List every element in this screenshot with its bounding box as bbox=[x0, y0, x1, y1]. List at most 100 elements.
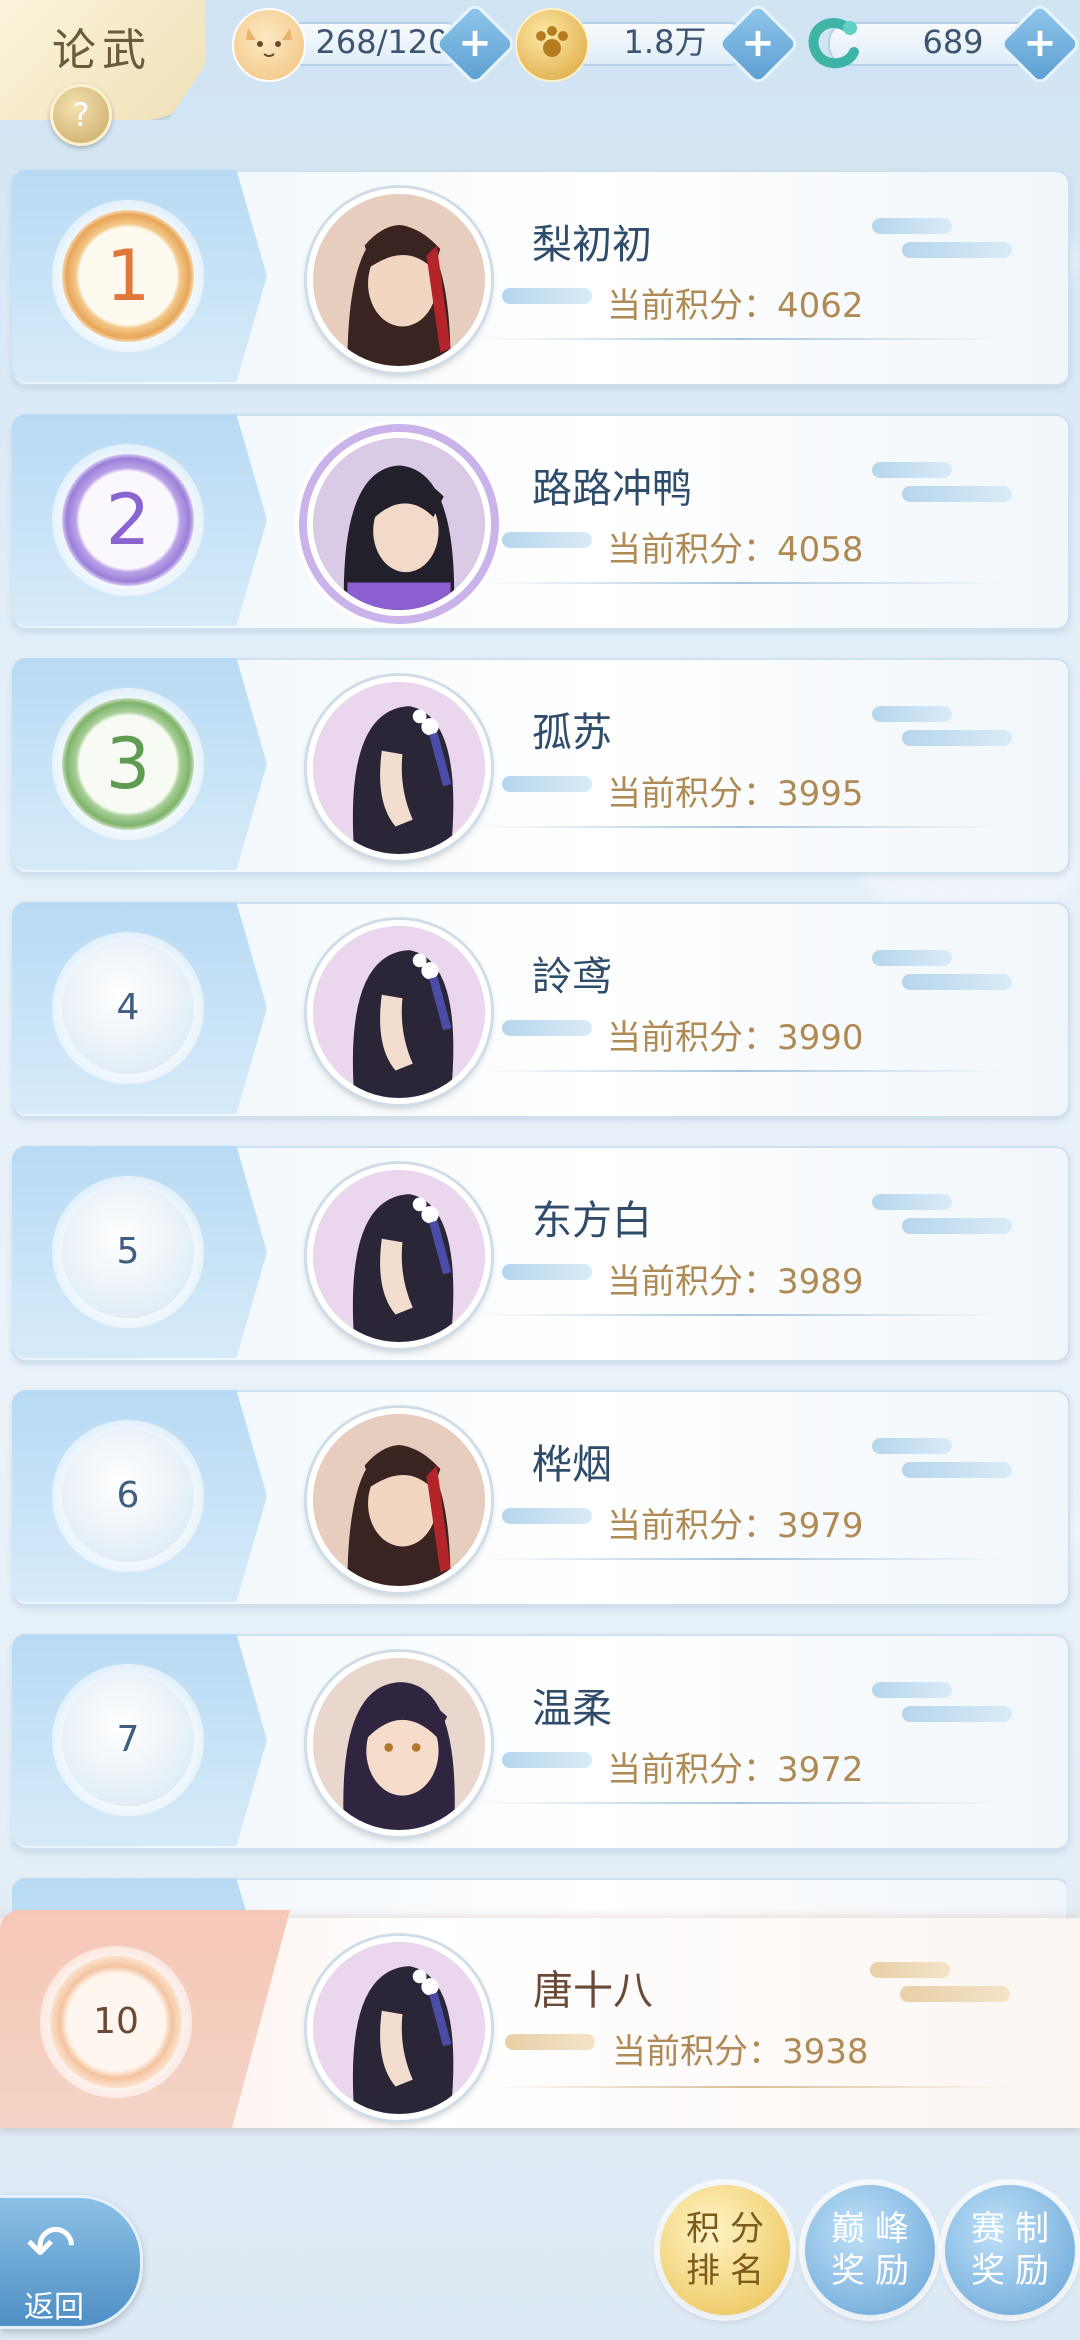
cloud-ornament bbox=[872, 462, 952, 478]
ranking-row[interactable]: 2 路路冲鸭 当前积分：4058 bbox=[12, 414, 1070, 632]
ranking-row[interactable]: 5 东方白 当前积分：3989 bbox=[12, 1146, 1070, 1364]
avatar[interactable] bbox=[307, 920, 491, 1104]
score-value: 3938 bbox=[782, 2032, 869, 2072]
resource-stamina: 268/120 + bbox=[232, 1, 518, 87]
avatar[interactable] bbox=[307, 1652, 491, 1836]
score-text: 当前积分：4062 bbox=[607, 278, 864, 327]
ranking-row[interactable]: 3 孤苏 当前积分：3995 bbox=[12, 658, 1070, 876]
button-label-bottom: 奖励 bbox=[831, 2251, 919, 2291]
score-prefix: 当前积分： bbox=[607, 1506, 777, 1546]
rank-medal: 1 bbox=[62, 210, 194, 342]
button-label-top: 巅峰 bbox=[831, 2209, 919, 2249]
plus-icon: + bbox=[458, 20, 492, 66]
player-name: 梨初初 bbox=[532, 222, 652, 268]
back-arrow-icon: ↶ bbox=[26, 2212, 77, 2282]
divider bbox=[482, 1802, 1002, 1804]
add-jade-button[interactable]: + bbox=[997, 1, 1080, 87]
back-button[interactable]: ↶ 返回 bbox=[0, 2195, 143, 2329]
cloud-ornament bbox=[902, 974, 1012, 990]
rank-medal: 2 bbox=[62, 454, 194, 586]
ranking-row[interactable]: 4 詅鸢 当前积分：3990 bbox=[12, 902, 1070, 1120]
score-text: 当前积分：3972 bbox=[607, 1742, 864, 1791]
cat-face-icon bbox=[232, 8, 306, 82]
rank-medal: 4 bbox=[62, 942, 194, 1074]
plus-icon: + bbox=[741, 20, 775, 66]
plus-icon: + bbox=[1023, 20, 1057, 66]
player-name: 东方白 bbox=[532, 1198, 652, 1244]
cloud-ornament bbox=[872, 950, 952, 966]
player-name: 孤苏 bbox=[532, 710, 612, 756]
score-value: 3979 bbox=[777, 1506, 864, 1546]
avatar[interactable] bbox=[307, 1164, 491, 1348]
score-value: 4062 bbox=[777, 286, 864, 326]
cloud-ornament bbox=[902, 730, 1012, 746]
score-value: 3989 bbox=[777, 1262, 864, 1302]
player-name: 路路冲鸭 bbox=[532, 466, 692, 512]
ranking-row[interactable]: 6 桦烟 当前积分：3979 bbox=[12, 1390, 1070, 1608]
rank-medal: 3 bbox=[62, 698, 194, 830]
back-label: 返回 bbox=[24, 2290, 84, 2325]
cloud-ornament bbox=[502, 1508, 592, 1524]
score-value: 3990 bbox=[777, 1018, 864, 1058]
score-value: 4058 bbox=[777, 530, 864, 570]
rank-medal: 6 bbox=[62, 1430, 194, 1562]
score-prefix: 当前积分： bbox=[607, 286, 777, 326]
button-label-bottom: 奖励 bbox=[971, 2251, 1059, 2291]
player-name: 桦烟 bbox=[532, 1442, 612, 1488]
peak-reward-button[interactable]: 巅峰 奖励 bbox=[805, 2185, 935, 2315]
cloud-ornament bbox=[502, 288, 592, 304]
score-value: 3995 bbox=[777, 774, 864, 814]
cloud-ornament bbox=[872, 1438, 952, 1454]
cloud-ornament bbox=[872, 1682, 952, 1698]
resource-coins: 1.8万 + bbox=[515, 1, 801, 87]
cloud-ornament bbox=[902, 1462, 1012, 1478]
my-score-text: 当前积分：3938 bbox=[612, 2024, 869, 2073]
score-prefix: 当前积分： bbox=[607, 1018, 777, 1058]
my-rank-row[interactable]: 10 唐十八 当前积分：3938 bbox=[0, 1910, 1080, 2130]
divider bbox=[482, 1558, 1002, 1560]
player-name: 詅鸢 bbox=[532, 954, 612, 1000]
cloud-ornament bbox=[902, 1706, 1012, 1722]
gold-coin-icon bbox=[515, 8, 589, 82]
cloud-ornament bbox=[505, 2034, 595, 2050]
ranking-row[interactable]: 1 梨初初 当前积分：4062 bbox=[12, 170, 1070, 388]
ranking-row[interactable]: 7 温柔 当前积分：3972 bbox=[12, 1634, 1070, 1852]
season-reward-button[interactable]: 赛制 奖励 bbox=[945, 2185, 1075, 2315]
score-prefix: 当前积分： bbox=[612, 2032, 782, 2072]
cloud-ornament bbox=[872, 706, 952, 722]
help-button[interactable]: ? bbox=[50, 84, 112, 146]
avatar[interactable] bbox=[307, 676, 491, 860]
add-stamina-button[interactable]: + bbox=[432, 1, 518, 87]
cloud-ornament bbox=[870, 1962, 950, 1978]
avatar[interactable] bbox=[307, 188, 491, 372]
divider bbox=[482, 338, 1002, 340]
score-prefix: 当前积分： bbox=[607, 530, 777, 570]
score-ranking-button[interactable]: 积分 排名 bbox=[660, 2185, 790, 2315]
score-text: 当前积分：3989 bbox=[607, 1254, 864, 1303]
cloud-ornament bbox=[900, 1986, 1010, 2002]
cloud-ornament bbox=[502, 1020, 592, 1036]
cloud-ornament bbox=[902, 1218, 1012, 1234]
player-name: 温柔 bbox=[532, 1686, 612, 1732]
add-coins-button[interactable]: + bbox=[715, 1, 801, 87]
page-title: 论武 bbox=[52, 25, 152, 76]
cloud-ornament bbox=[902, 486, 1012, 502]
score-prefix: 当前积分： bbox=[607, 774, 777, 814]
jade-dragon-icon bbox=[798, 8, 868, 78]
cloud-ornament bbox=[872, 1194, 952, 1210]
cloud-ornament bbox=[502, 532, 592, 548]
avatar[interactable] bbox=[307, 1936, 491, 2120]
rank-medal: 5 bbox=[62, 1186, 194, 1318]
divider bbox=[482, 582, 1002, 584]
avatar[interactable] bbox=[307, 1408, 491, 1592]
my-rank-medal: 10 bbox=[50, 1956, 182, 2088]
divider bbox=[482, 1070, 1002, 1072]
avatar[interactable] bbox=[307, 432, 491, 616]
top-bar: 论武 ? 268/120 + 1.8万 + 689 + bbox=[0, 0, 1080, 146]
score-prefix: 当前积分： bbox=[607, 1750, 777, 1790]
score-prefix: 当前积分： bbox=[607, 1262, 777, 1302]
rank-medal: 7 bbox=[62, 1674, 194, 1806]
cloud-ornament bbox=[502, 1264, 592, 1280]
button-label-top: 赛制 bbox=[971, 2209, 1059, 2249]
cloud-ornament bbox=[502, 776, 592, 792]
